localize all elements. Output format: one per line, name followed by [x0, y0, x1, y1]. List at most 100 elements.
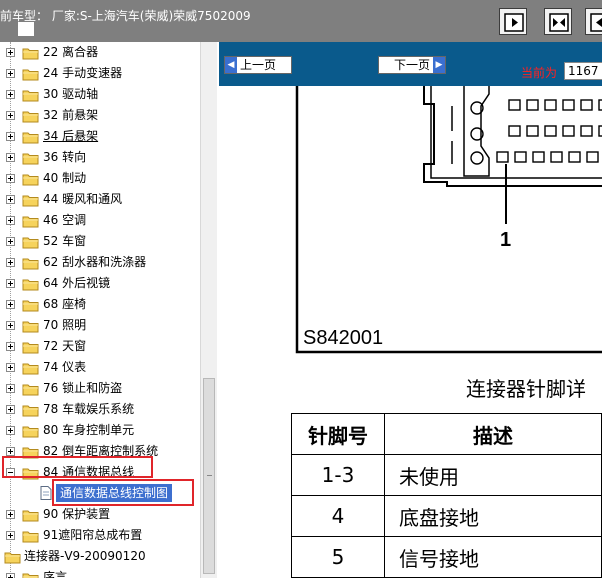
expand-icon[interactable] [6, 216, 15, 225]
connector-pin [562, 125, 575, 137]
tree-item-label: 52 车窗 [43, 234, 87, 248]
tree-item-label: 40 制动 [43, 171, 87, 185]
folder-icon [4, 550, 21, 564]
connector-pin [568, 151, 581, 163]
tree-item-label: 34 后悬架 [43, 129, 99, 143]
doc-title: 连接器针脚详 [466, 377, 586, 401]
tree-item-label: 24 手动变速器 [43, 66, 123, 80]
expand-icon[interactable] [6, 258, 15, 267]
tree-item-label: 36 转向 [43, 150, 87, 164]
connector-pin [526, 99, 539, 111]
pin-description-cell: 底盘接地 [383, 495, 602, 537]
expand-icon[interactable] [6, 90, 15, 99]
current-page-input[interactable]: 1167 [564, 62, 602, 80]
scrollbar-thumb[interactable] [203, 378, 215, 574]
connector-pin [544, 99, 557, 111]
toolbar-button-prev[interactable] [585, 8, 602, 35]
connector-pin [508, 125, 521, 137]
tree-item-label: 68 座椅 [43, 297, 87, 311]
folder-icon [22, 235, 39, 249]
arrow-left-icon: ◀ [225, 57, 237, 73]
folder-icon [22, 361, 39, 375]
folder-icon [22, 172, 39, 186]
folder-icon [22, 46, 39, 60]
table-row: 4 底盘接地 [291, 495, 602, 537]
expand-icon[interactable] [6, 237, 15, 246]
folder-icon [22, 109, 39, 123]
connector-key [470, 151, 484, 165]
folder-icon [22, 508, 39, 522]
tree-item-label: 44 暖风和通风 [43, 192, 123, 206]
connector-pin [508, 99, 521, 111]
figure-code: S842001 [303, 327, 383, 349]
folder-icon [22, 193, 39, 207]
pin-table: 针脚号 描述 1-3 未使用 4 底盘接地 5 信号接地 [291, 413, 602, 578]
expand-icon[interactable] [6, 363, 15, 372]
tree-item-label: 70 照明 [43, 318, 87, 332]
pin-number-cell: 1-3 [291, 454, 385, 496]
folder-icon [22, 424, 39, 438]
tree-item-label: 连接器-V9-20090120 [24, 549, 146, 563]
tree-item-label: 72 天窗 [43, 339, 87, 353]
expand-icon[interactable] [6, 69, 15, 78]
expand-icon[interactable] [6, 111, 15, 120]
connector-pin [580, 99, 593, 111]
tree-item-label: 78 车载娱乐系统 [43, 402, 135, 416]
expand-icon[interactable] [6, 405, 15, 414]
toolbar-button-next[interactable] [499, 8, 527, 35]
connector-pin [544, 125, 557, 137]
prev-page-button[interactable]: ◀ 上一页 [224, 56, 292, 74]
connector-pin [550, 151, 563, 163]
folder-icon [22, 256, 39, 270]
expand-icon[interactable] [6, 510, 15, 519]
folder-icon [22, 130, 39, 144]
connector-pin [580, 125, 593, 137]
expand-icon[interactable] [6, 321, 15, 330]
folder-icon [22, 529, 39, 543]
connector-pin [562, 99, 575, 111]
document-toolbar: ◀ 上一页 下一页 ▶ 当前为 1167 [219, 42, 602, 86]
expand-icon[interactable] [6, 174, 15, 183]
expand-icon[interactable] [6, 279, 15, 288]
connector-pin [526, 125, 539, 137]
tree-item-label: 76 锁止和防盗 [43, 381, 123, 395]
connector-pin [532, 151, 545, 163]
folder-icon [22, 571, 39, 578]
expand-icon[interactable] [6, 573, 15, 578]
expand-icon[interactable] [6, 132, 15, 141]
expand-icon[interactable] [6, 300, 15, 309]
tree-item-label: 46 空调 [43, 213, 87, 227]
connector-diagram: 1 S842001 [295, 86, 602, 354]
callout-number: 1 [500, 229, 511, 251]
expand-icon[interactable] [6, 342, 15, 351]
tree-scrollbar[interactable] [200, 42, 217, 578]
expand-icon[interactable] [6, 195, 15, 204]
title-bar: 前车型： 厂家:S-上海汽车(荣威)荣威7502009 [0, 0, 602, 42]
folder-icon [22, 88, 39, 102]
folder-icon [22, 151, 39, 165]
expand-icon[interactable] [6, 153, 15, 162]
scrollbar-grip [207, 475, 212, 476]
expand-icon[interactable] [6, 384, 15, 393]
current-page-label: 当前为 [521, 66, 558, 80]
next-page-label: 下一页 [393, 58, 430, 72]
folder-icon [22, 319, 39, 333]
expand-icon[interactable] [6, 48, 15, 57]
folder-icon [22, 67, 39, 81]
expand-icon[interactable] [6, 531, 15, 540]
connector-pin [514, 151, 527, 163]
folder-icon [22, 214, 39, 228]
connector-latch [463, 86, 490, 177]
folder-icon [22, 340, 39, 354]
expand-icon[interactable] [6, 426, 15, 435]
fit-icon [549, 13, 569, 32]
table-row: 1-3 未使用 [291, 454, 602, 496]
prev-page-label: 上一页 [239, 58, 276, 72]
next-page-button[interactable]: 下一页 ▶ [378, 56, 446, 74]
tree-item-label: 74 仪表 [43, 360, 87, 374]
expand-icon[interactable] [6, 447, 15, 456]
window-title: 前车型： 厂家:S-上海汽车(荣威)荣威7502009 [0, 9, 251, 23]
pin-description-cell: 信号接地 [383, 536, 602, 578]
folder-icon [22, 403, 39, 417]
toolbar-button-fit[interactable] [544, 8, 572, 35]
